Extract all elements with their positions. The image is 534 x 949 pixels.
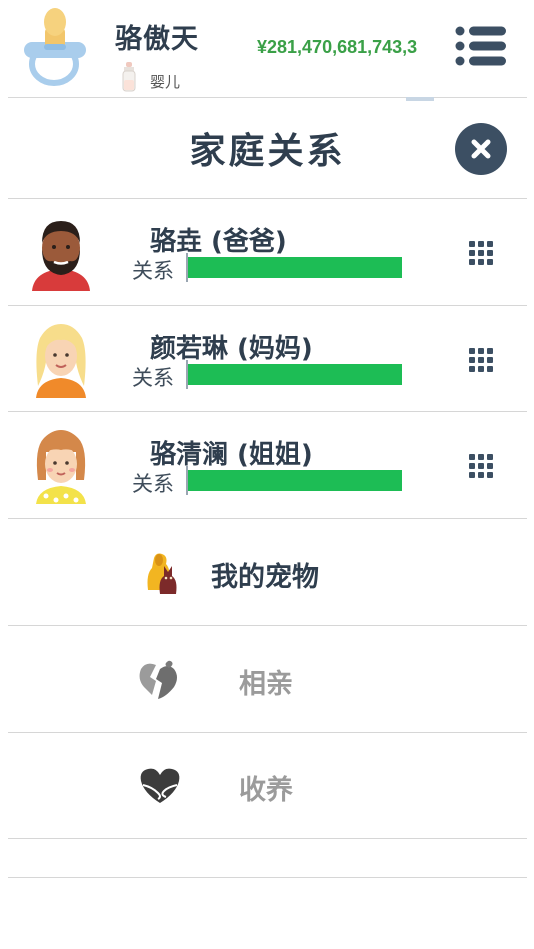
relationship-bar: [186, 360, 402, 389]
relationship-bar-fill: [188, 364, 402, 385]
father-avatar: [32, 221, 90, 291]
player-name: 骆傲天: [115, 24, 199, 55]
adopt-button[interactable]: 收养: [8, 733, 527, 839]
menu-button[interactable]: [452, 24, 508, 68]
baby-bottle-icon: [122, 62, 136, 92]
dating-button[interactable]: 相亲: [8, 626, 527, 732]
divider: [8, 877, 527, 878]
adopt-hands-heart-icon: [140, 768, 180, 803]
grid-icon[interactable]: [468, 240, 494, 266]
panel-header: 家庭关系: [8, 98, 527, 198]
money-balance: ¥281,470,681,743,3: [257, 37, 418, 57]
my-pets-button[interactable]: 我的宠物: [8, 519, 527, 625]
relationship-bar: [186, 253, 402, 282]
my-pets-label: 我的宠物: [211, 562, 319, 593]
close-button[interactable]: [455, 123, 507, 175]
close-icon: [471, 139, 491, 159]
relationship-label: 关系: [132, 366, 174, 390]
pacifier-icon: [24, 8, 86, 86]
panel-title: 家庭关系: [189, 131, 346, 172]
player-header: 骆傲天 婴儿 ¥281,470,681,743,3: [0, 0, 534, 98]
adopt-label: 收养: [239, 775, 293, 806]
family-member-row[interactable]: 骆清澜 (姐姐) 关系: [8, 412, 527, 518]
relationship-bar-fill: [188, 257, 402, 278]
grid-icon[interactable]: [468, 347, 494, 373]
broken-heart-icon: [139, 660, 177, 699]
relationship-bar: [186, 466, 402, 495]
relationship-label: 关系: [132, 472, 174, 496]
family-member-row[interactable]: 颜若琳 (妈妈) 关系: [8, 306, 527, 412]
pets-icon: [147, 553, 177, 594]
life-stage-label: 婴儿: [150, 73, 181, 91]
divider: [8, 838, 527, 839]
relationship-label: 关系: [132, 259, 174, 283]
sister-avatar: [36, 430, 86, 504]
relationship-bar-fill: [188, 470, 402, 491]
grid-icon[interactable]: [468, 453, 494, 479]
family-member-row[interactable]: 骆垚 (爸爸) 关系: [8, 199, 527, 305]
mother-avatar: [36, 324, 86, 398]
dating-label: 相亲: [239, 669, 293, 700]
